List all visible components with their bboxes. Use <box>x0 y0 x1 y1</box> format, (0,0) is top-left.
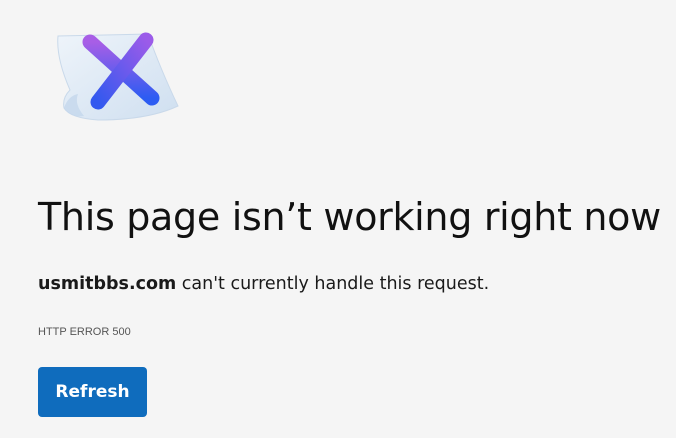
broken-page-x-icon <box>57 32 179 121</box>
page-title: This page isn’t working right now <box>38 195 661 239</box>
error-message-text: can't currently handle this request. <box>176 274 490 294</box>
error-message: usmitbbs.com can't currently handle this… <box>38 274 489 294</box>
error-domain: usmitbbs.com <box>38 274 177 294</box>
error-code: HTTP ERROR 500 <box>38 326 131 338</box>
error-page: This page isn’t working right now usmitb… <box>0 0 676 438</box>
refresh-button[interactable]: Refresh <box>38 367 147 417</box>
